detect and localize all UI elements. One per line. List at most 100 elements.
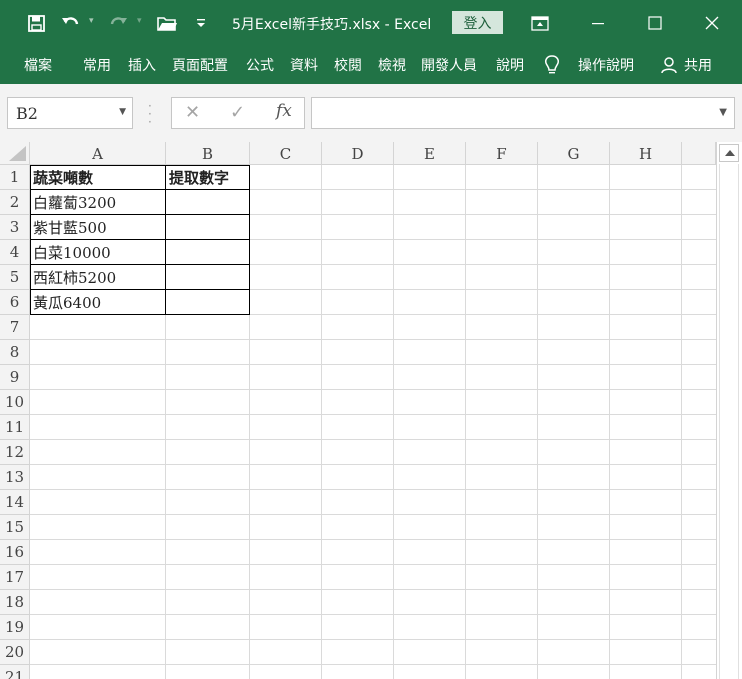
row-header-14[interactable]: 14: [0, 490, 30, 515]
drag-handle-icon[interactable]: · · ·: [148, 100, 152, 128]
formula-input[interactable]: ▼: [311, 97, 735, 129]
gridline-vertical: [465, 165, 466, 679]
row-header-17[interactable]: 17: [0, 565, 30, 590]
name-box[interactable]: B2 ▼: [7, 97, 133, 129]
cell-border-line: [165, 165, 166, 315]
redo-icon[interactable]: [106, 10, 130, 36]
select-all-triangle-icon: [9, 146, 26, 161]
tab-home[interactable]: 常用: [83, 55, 111, 75]
ribbon-display-options-icon[interactable]: [527, 10, 553, 36]
row-header-13[interactable]: 13: [0, 465, 30, 490]
row-header-2[interactable]: 2: [0, 190, 30, 215]
tab-file[interactable]: 檔案: [24, 55, 52, 75]
chevron-up-icon: [725, 150, 735, 156]
column-header-e[interactable]: E: [394, 142, 466, 165]
cell-border-line: [30, 314, 250, 315]
column-header-f[interactable]: F: [466, 142, 538, 165]
cell-border-line: [249, 165, 250, 315]
row-header-9[interactable]: 9: [0, 365, 30, 390]
cell-b5[interactable]: [166, 265, 250, 290]
tab-help[interactable]: 說明: [496, 55, 524, 75]
scrollbar-track[interactable]: [719, 164, 739, 679]
cell-a1[interactable]: 蔬菜噸數: [30, 165, 166, 190]
customize-qat-icon[interactable]: [193, 10, 209, 36]
cell-border-line: [30, 289, 250, 290]
tab-review[interactable]: 校閱: [334, 55, 362, 75]
row-header-18[interactable]: 18: [0, 590, 30, 615]
redo-dropdown-icon[interactable]: ▾: [137, 16, 142, 26]
cancel-x-icon[interactable]: ✕: [185, 102, 200, 123]
column-header-g[interactable]: G: [538, 142, 610, 165]
cell-border-line: [30, 264, 250, 265]
gridline-vertical: [393, 165, 394, 679]
insert-function-button[interactable]: fx: [276, 101, 292, 121]
worksheet-grid[interactable]: A B C D E F G H 1 2 3 4 5 6 7 8 9 10 11 12 13 14 15 16 1…: [0, 142, 742, 679]
minimize-icon[interactable]: [585, 10, 611, 36]
name-box-value: B2: [16, 104, 38, 123]
tab-page-layout[interactable]: 頁面配置: [172, 55, 228, 75]
column-header-c[interactable]: C: [250, 142, 322, 165]
cell-border-line: [30, 165, 250, 166]
share-button[interactable]: 共用: [684, 55, 712, 75]
gridline-horizontal: [30, 614, 716, 615]
row-header-10[interactable]: 10: [0, 390, 30, 415]
column-header-d[interactable]: D: [322, 142, 394, 165]
undo-icon[interactable]: [59, 10, 83, 36]
row-header-8[interactable]: 8: [0, 340, 30, 365]
folder-open-icon[interactable]: [154, 10, 180, 36]
close-icon[interactable]: [699, 10, 725, 36]
cell-b3[interactable]: [166, 215, 250, 240]
cell-a4[interactable]: 白菜10000: [30, 240, 166, 265]
vertical-scrollbar[interactable]: [716, 142, 742, 679]
lightbulb-icon[interactable]: [541, 54, 563, 76]
row-header-11[interactable]: 11: [0, 415, 30, 440]
cell-a2[interactable]: 白蘿蔔3200: [30, 190, 166, 215]
cell-b1[interactable]: 提取數字: [166, 165, 250, 190]
tab-data[interactable]: 資料: [290, 55, 318, 75]
row-header-4[interactable]: 4: [0, 240, 30, 265]
tab-insert[interactable]: 插入: [128, 55, 156, 75]
row-header-21[interactable]: 21: [0, 665, 30, 679]
gridline-horizontal: [30, 339, 716, 340]
gridline-horizontal: [30, 414, 716, 415]
row-header-3[interactable]: 3: [0, 215, 30, 240]
row-header-15[interactable]: 15: [0, 515, 30, 540]
row-header-5[interactable]: 5: [0, 265, 30, 290]
tab-formulas[interactable]: 公式: [246, 55, 274, 75]
select-all-button[interactable]: [0, 142, 30, 165]
tell-me-search[interactable]: 操作說明: [578, 55, 634, 75]
scroll-up-button[interactable]: [719, 144, 739, 162]
row-header-12[interactable]: 12: [0, 440, 30, 465]
tab-view[interactable]: 檢視: [378, 55, 406, 75]
expand-formula-bar-icon[interactable]: ▼: [719, 107, 727, 118]
row-header-6[interactable]: 6: [0, 290, 30, 315]
cell-b6[interactable]: [166, 290, 250, 315]
checkmark-icon[interactable]: ✓: [230, 102, 245, 123]
gridline-vertical: [537, 165, 538, 679]
row-header-1[interactable]: 1: [0, 165, 30, 190]
row-header-20[interactable]: 20: [0, 640, 30, 665]
save-icon[interactable]: [24, 10, 48, 36]
cell-border-line: [30, 239, 250, 240]
cell-a5[interactable]: 西紅柿5200: [30, 265, 166, 290]
chevron-down-icon[interactable]: ▼: [119, 107, 126, 117]
title-bar: ▾ ▾ 5月Excel新手技巧.xlsx - Excel 登入: [0, 0, 742, 46]
cell-a6[interactable]: 黃瓜6400: [30, 290, 166, 315]
row-header-16[interactable]: 16: [0, 540, 30, 565]
maximize-icon[interactable]: [642, 10, 668, 36]
column-header-h[interactable]: H: [610, 142, 682, 165]
person-icon[interactable]: [660, 56, 678, 74]
tab-developer[interactable]: 開發人員: [421, 55, 477, 75]
gridline-vertical: [681, 165, 682, 679]
row-header-19[interactable]: 19: [0, 615, 30, 640]
column-header-a[interactable]: A: [30, 142, 166, 165]
sign-in-button[interactable]: 登入: [452, 11, 503, 34]
undo-dropdown-icon[interactable]: ▾: [89, 16, 94, 26]
column-header-b[interactable]: B: [166, 142, 250, 165]
cell-b2-selected[interactable]: [166, 190, 250, 215]
column-header-partial[interactable]: [682, 142, 716, 165]
row-header-7[interactable]: 7: [0, 315, 30, 340]
cell-b4[interactable]: [166, 240, 250, 265]
cell-a3[interactable]: 紫甘藍500: [30, 215, 166, 240]
gridline-horizontal: [30, 639, 716, 640]
